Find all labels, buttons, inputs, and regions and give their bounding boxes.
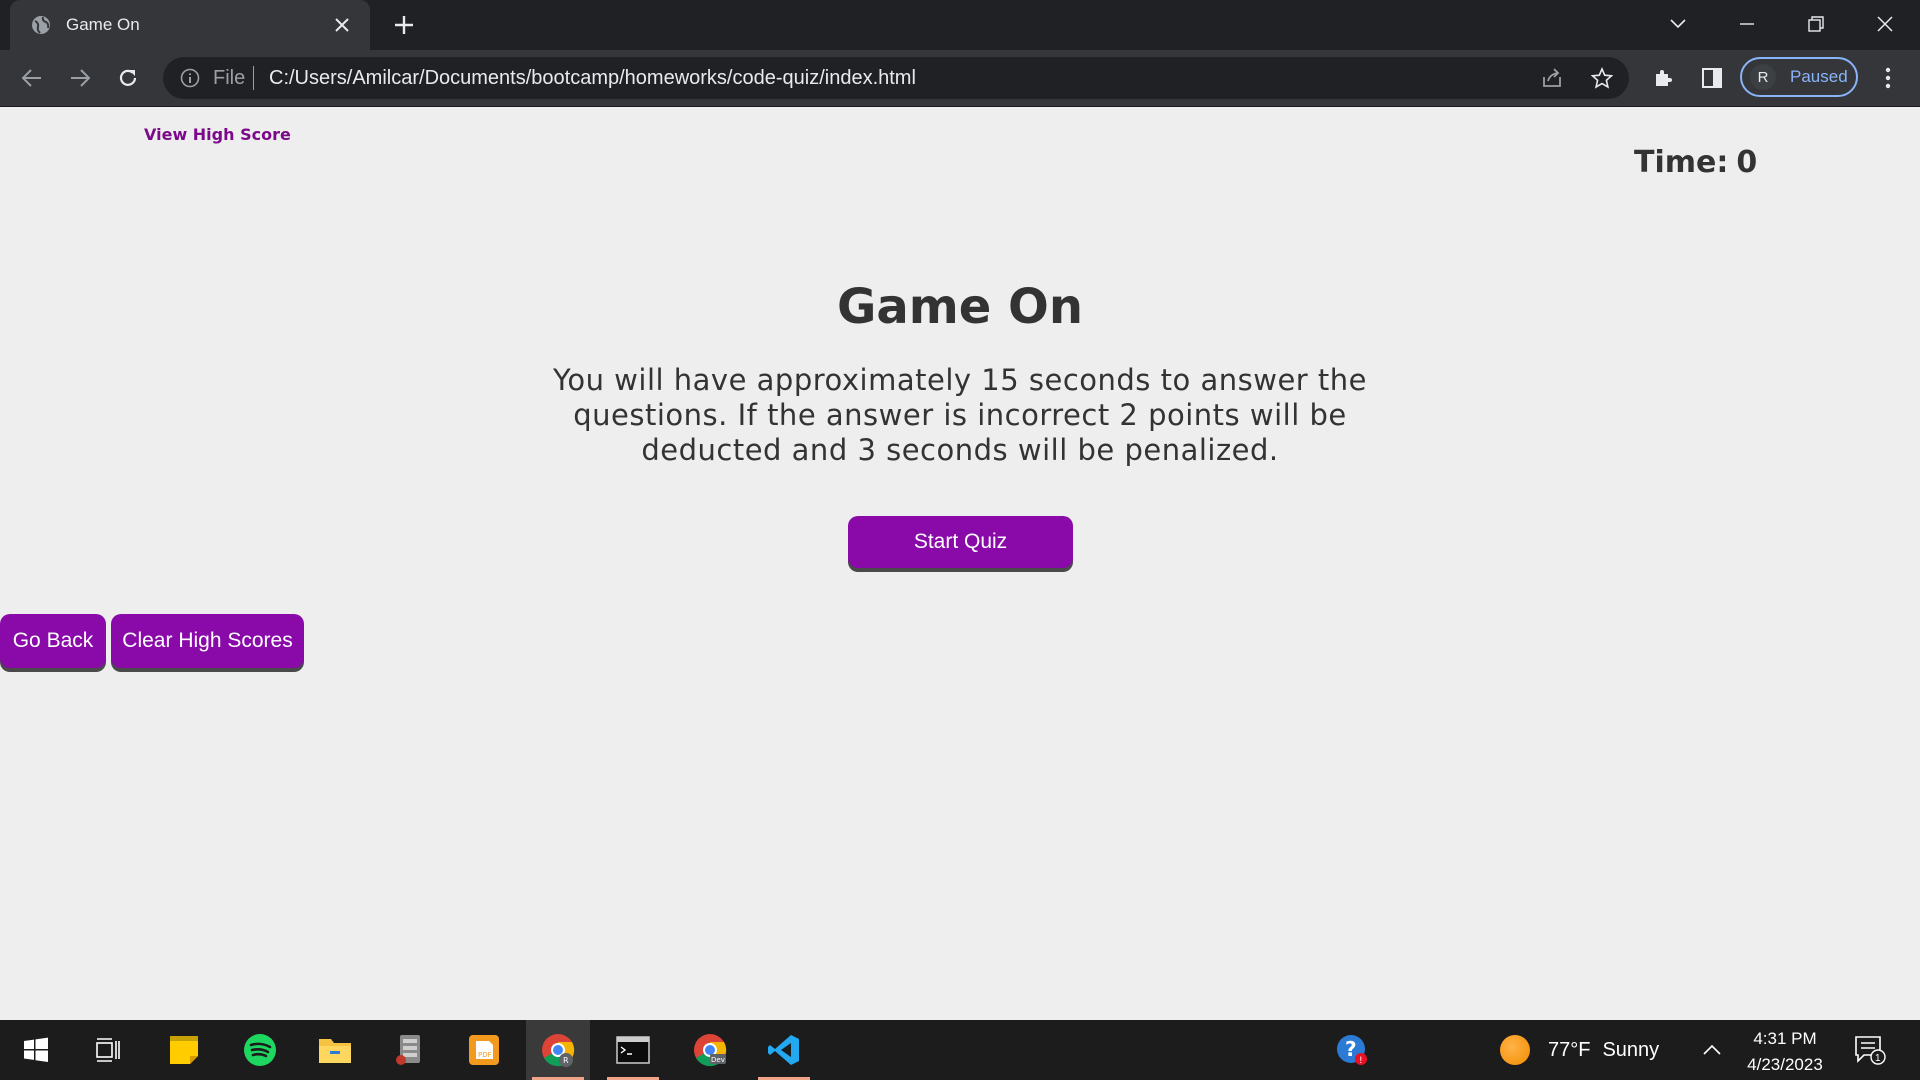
go-back-button[interactable]: Go Back <box>0 614 106 668</box>
globe-icon <box>30 14 52 36</box>
bookmark-star-icon[interactable] <box>1591 67 1613 89</box>
terminal-icon[interactable] <box>601 1020 665 1080</box>
url-separator <box>253 66 254 90</box>
svg-text:PDF: PDF <box>478 1051 492 1059</box>
weather-temperature: 77°F <box>1548 1038 1591 1061</box>
windows-start-icon[interactable] <box>4 1020 68 1080</box>
media-app-icon[interactable] <box>378 1020 442 1080</box>
address-bar[interactable]: File C:/Users/Amilcar/Documents/bootcamp… <box>163 57 1629 99</box>
share-icon[interactable] <box>1541 67 1563 89</box>
vscode-icon[interactable] <box>752 1020 816 1080</box>
url-text[interactable]: C:/Users/Amilcar/Documents/bootcamp/home… <box>269 67 916 90</box>
timer-label: Time: <box>1634 145 1729 180</box>
tab-search-chevron-icon[interactable] <box>1666 12 1690 36</box>
page-title: Game On <box>836 279 1084 335</box>
view-high-score-link[interactable]: View High Score <box>144 125 291 144</box>
sticky-notes-icon[interactable] <box>152 1020 216 1080</box>
clear-high-scores-button[interactable]: Clear High Scores <box>111 614 304 668</box>
weather-condition: Sunny <box>1602 1038 1660 1061</box>
extensions-puzzle-icon[interactable] <box>1652 66 1676 90</box>
avatar: R <box>1750 64 1776 90</box>
task-view-icon[interactable] <box>76 1020 140 1080</box>
quiz-instructions: You will have approximately 15 seconds t… <box>552 363 1368 467</box>
svg-text:!: ! <box>1359 1056 1363 1066</box>
forward-arrow-icon[interactable] <box>68 66 92 90</box>
clock-time: 4:31 PM <box>1753 1029 1817 1048</box>
notification-center-icon[interactable]: 1 <box>1840 1020 1900 1080</box>
timer: Time: 0 <box>1634 145 1757 180</box>
sun-icon <box>1500 1035 1530 1065</box>
tab-title: Game On <box>66 15 140 34</box>
minimize-icon[interactable] <box>1735 12 1759 36</box>
browser-tab[interactable]: Game On <box>10 0 370 50</box>
help-icon[interactable]: ?! <box>1320 1020 1384 1080</box>
chrome-dev-icon[interactable]: Dev <box>678 1020 742 1080</box>
start-quiz-button[interactable]: Start Quiz <box>848 516 1073 568</box>
weather-widget[interactable]: 77°F Sunny <box>1500 1020 1659 1080</box>
svg-text:?: ? <box>1345 1037 1357 1061</box>
browser-toolbar: File C:/Users/Amilcar/Documents/bootcamp… <box>0 50 1920 107</box>
chrome-icon[interactable]: R <box>526 1020 590 1080</box>
system-clock[interactable]: 4:31 PM 4/23/2023 <box>1730 1026 1840 1078</box>
close-window-icon[interactable] <box>1873 12 1897 36</box>
url-scheme-label: File <box>213 67 246 89</box>
pdf-app-icon[interactable]: PDF <box>452 1020 516 1080</box>
side-panel-icon[interactable] <box>1700 66 1724 90</box>
page-content: View High Score Time: 0 Game On You will … <box>0 107 1920 1020</box>
reload-icon[interactable] <box>116 66 140 90</box>
windows-taskbar: PDF R Dev ?! 77°F Sunny 4:31 PM 4/23/202… <box>0 1020 1920 1080</box>
close-tab-icon[interactable] <box>332 15 352 35</box>
restore-icon[interactable] <box>1804 12 1828 36</box>
svg-text:Dev: Dev <box>711 1056 725 1064</box>
timer-value: 0 <box>1736 145 1758 180</box>
svg-text:R: R <box>563 1056 569 1065</box>
notification-count: 1 <box>1875 1053 1881 1064</box>
profile-button[interactable]: R Paused <box>1740 57 1858 97</box>
spotify-icon[interactable] <box>228 1020 292 1080</box>
profile-status: Paused <box>1790 67 1848 86</box>
back-arrow-icon[interactable] <box>20 66 44 90</box>
browser-tab-strip: Game On <box>0 0 1920 50</box>
file-explorer-icon[interactable] <box>303 1020 367 1080</box>
new-tab-icon[interactable] <box>392 13 416 37</box>
more-menu-icon[interactable] <box>1876 66 1900 90</box>
clock-date: 4/23/2023 <box>1747 1055 1823 1074</box>
info-icon[interactable] <box>179 67 201 89</box>
